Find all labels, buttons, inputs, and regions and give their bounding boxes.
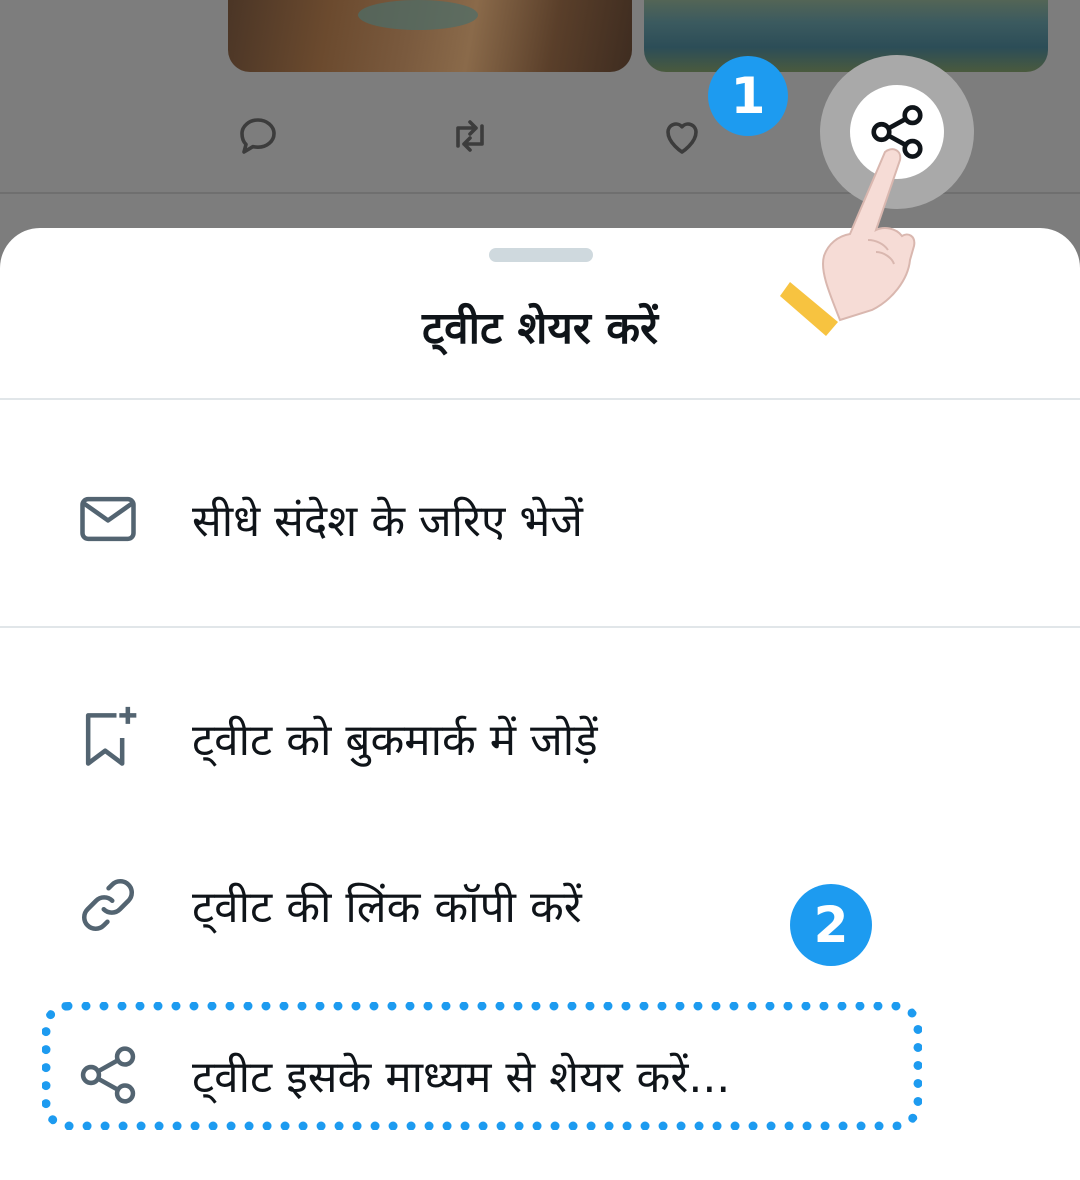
mail-icon [72,483,144,555]
copy-link-item[interactable]: ट्वीट की लिंक कॉपी करें [0,850,1080,960]
add-bookmark-item[interactable]: ट्वीट को बुकमार्क में जोड़ें [0,683,1080,793]
highlight-dotted-box [42,1002,922,1130]
copy-link-label: ट्वीट की लिंक कॉपी करें [192,882,582,933]
like-button[interactable] [654,108,710,164]
bookmark-add-icon [72,702,144,774]
sheet-drag-handle[interactable] [489,248,593,262]
retweet-icon [456,120,484,152]
send-via-dm-item[interactable]: सीधे संदेश के जरिए भेजें [0,464,1080,574]
tweet-photo-left [228,0,632,72]
reply-button[interactable] [230,108,286,164]
retweet-button[interactable] [442,108,498,164]
link-icon [72,869,144,941]
send-via-dm-label: सीधे संदेश के जरिए भेजें [192,496,583,547]
sheet-divider [0,398,1080,400]
pointing-hand-icon [780,148,916,336]
step-badge-1: 1 [708,56,788,136]
tweet-photo-right [644,0,1048,72]
step-badge-2: 2 [790,884,872,966]
heart-icon [666,122,698,154]
sheet-divider [0,626,1080,628]
reply-icon [240,118,276,154]
add-bookmark-label: ट्वीट को बुकमार्क में जोड़ें [192,715,598,766]
